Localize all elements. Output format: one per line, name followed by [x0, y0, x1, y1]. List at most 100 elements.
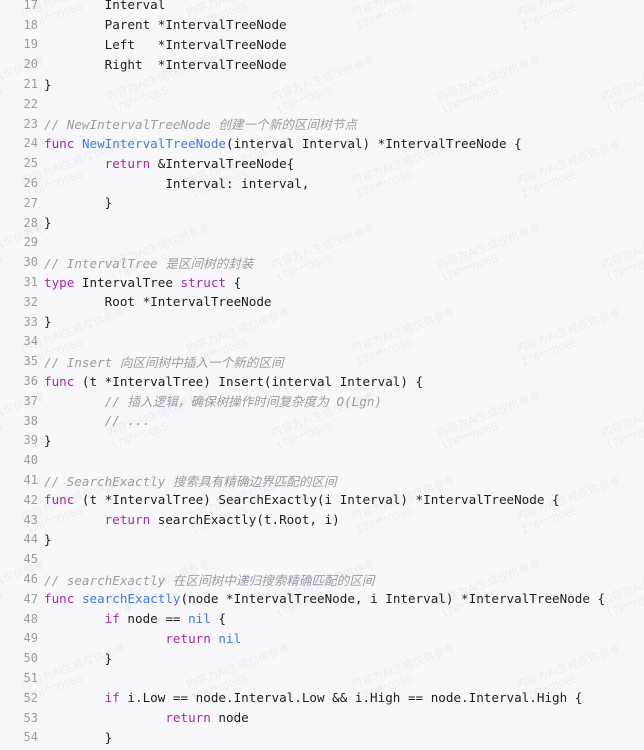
- code-line[interactable]: 37 // 插入逻辑，确保树操作时间复杂度为 O(Lgn): [0, 391, 644, 411]
- token-plain: Parent *IntervalTreeNode: [44, 17, 287, 33]
- code-editor[interactable]: 17 Interval 18 Parent *IntervalTreeNode 19…: [0, 0, 644, 750]
- code-line[interactable]: 22: [0, 94, 644, 114]
- line-number: 47: [23, 591, 38, 606]
- token-plain: Root *IntervalTreeNode: [44, 294, 272, 310]
- code-line[interactable]: 33}: [0, 312, 644, 332]
- token-function: searchExactly: [81, 591, 181, 607]
- code-line[interactable]: 46 // searchExactly 在区间树中递归搜索精确匹配的区间: [0, 569, 644, 589]
- code-text[interactable]: Left *IntervalTreeNode: [38, 37, 287, 52]
- code-text[interactable]: func searchExactly(node *IntervalTreeNod…: [38, 591, 605, 606]
- line-number: 27: [23, 195, 38, 210]
- code-text[interactable]: func NewIntervalTreeNode(interval Interv…: [38, 136, 522, 151]
- code-text[interactable]: }: [38, 77, 52, 92]
- code-line[interactable]: 20 Right *IntervalTreeNode: [0, 54, 644, 74]
- code-line[interactable]: 28}: [0, 213, 644, 233]
- token-plain: }: [44, 531, 52, 547]
- code-text[interactable]: if i.Low == node.Interval.Low && i.High …: [38, 690, 583, 705]
- code-text[interactable]: Root *IntervalTreeNode: [38, 294, 272, 310]
- code-text[interactable]: if node == nil {: [38, 611, 226, 626]
- code-line[interactable]: 27 }: [0, 193, 644, 213]
- token-plain: (t *IntervalTree) Insert(interval Interv…: [74, 373, 424, 389]
- code-line[interactable]: 35 // Insert 向区间树中插入一个新的区间: [0, 351, 644, 371]
- code-text[interactable]: // SearchExactly 搜索具有精确边界匹配的区间: [38, 471, 337, 490]
- code-line[interactable]: 24 func NewIntervalTreeNode(interval Inte…: [0, 134, 644, 154]
- code-line[interactable]: 47 func searchExactly(node *IntervalTreeN…: [0, 589, 644, 609]
- code-line[interactable]: 53 return node: [0, 708, 644, 728]
- code-text[interactable]: Interval: interval,: [38, 176, 309, 191]
- code-text[interactable]: func (t *IntervalTree) Insert(interval I…: [38, 374, 423, 389]
- code-line[interactable]: 48 if node == nil {: [0, 609, 644, 629]
- line-number: 20: [23, 57, 38, 72]
- code-line[interactable]: 36 func (t *IntervalTree) Insert(interval…: [0, 371, 644, 391]
- code-text[interactable]: // Insert 向区间树中插入一个新的区间: [38, 352, 284, 371]
- code-text[interactable]: // ...: [38, 413, 151, 428]
- code-text[interactable]: return &IntervalTreeNode{: [38, 156, 295, 171]
- code-line[interactable]: 44}: [0, 530, 644, 550]
- code-line[interactable]: 41 // SearchExactly 搜索具有精确边界匹配的区间: [0, 470, 644, 490]
- token-plain: Interval: [44, 0, 166, 13]
- code-text[interactable]: }: [38, 651, 113, 666]
- code-text[interactable]: }: [38, 730, 113, 745]
- code-text[interactable]: }: [38, 195, 113, 210]
- line-number: 44: [23, 532, 38, 547]
- token-plain: node ==: [119, 611, 189, 627]
- code-line[interactable]: 42 func (t *IntervalTree) SearchExactly(i…: [0, 490, 644, 510]
- code-text[interactable]: }: [38, 433, 52, 448]
- code-text[interactable]: // 插入逻辑，确保树操作时间复杂度为 O(Lgn): [38, 391, 382, 410]
- line-number: 34: [23, 334, 38, 349]
- code-line[interactable]: 19 Left *IntervalTreeNode: [0, 35, 644, 55]
- code-line[interactable]: 54 }: [0, 727, 644, 747]
- code-line[interactable]: 30 // IntervalTree 是区间树的封装: [0, 252, 644, 272]
- code-line[interactable]: 34: [0, 332, 644, 352]
- code-line[interactable]: 31 type IntervalTree struct {: [0, 272, 644, 292]
- line-number: 38: [23, 413, 38, 428]
- line-number: 53: [23, 710, 38, 725]
- line-number: 37: [23, 393, 38, 408]
- line-number: 52: [23, 690, 38, 705]
- token-comment: // searchExactly 在区间树中递归搜索精确匹配的区间: [44, 572, 375, 588]
- line-number: 33: [23, 314, 38, 329]
- code-text[interactable]: type IntervalTree struct {: [38, 275, 241, 290]
- code-text[interactable]: Interval: [38, 0, 166, 13]
- token-keyword: if: [104, 611, 120, 627]
- code-line[interactable]: 52 if i.Low == node.Interval.Low && i.Hi…: [0, 688, 644, 708]
- code-text[interactable]: }: [38, 314, 52, 329]
- code-line[interactable]: 26 Interval: interval,: [0, 173, 644, 193]
- code-line[interactable]: 40: [0, 450, 644, 470]
- line-number: 24: [23, 136, 38, 151]
- code-text[interactable]: Parent *IntervalTreeNode: [38, 17, 287, 32]
- token-plain: Left *IntervalTreeNode: [44, 36, 287, 52]
- code-line[interactable]: 32 Root *IntervalTreeNode: [0, 292, 644, 312]
- code-text[interactable]: }: [38, 215, 52, 230]
- code-line[interactable]: 39}: [0, 431, 644, 451]
- code-text[interactable]: // IntervalTree 是区间树的封装: [38, 253, 253, 272]
- code-line[interactable]: 43 return searchExactly(t.Root, i): [0, 510, 644, 530]
- line-number: 51: [23, 670, 38, 685]
- token-comment: // SearchExactly 搜索具有精确边界匹配的区间: [44, 473, 337, 489]
- code-text[interactable]: // NewIntervalTreeNode 创建一个新的区间树节点: [38, 114, 357, 133]
- code-text[interactable]: Right *IntervalTreeNode: [38, 57, 287, 72]
- token-function: NewIntervalTreeNode: [81, 135, 226, 151]
- code-line[interactable]: 29: [0, 233, 644, 253]
- code-line[interactable]: 45: [0, 549, 644, 569]
- code-line[interactable]: 23 // NewIntervalTreeNode 创建一个新的区间树节点: [0, 114, 644, 134]
- code-text[interactable]: return searchExactly(t.Root, i): [38, 512, 340, 527]
- line-number: 22: [23, 96, 38, 111]
- code-text[interactable]: func (t *IntervalTree) SearchExactly(i I…: [38, 492, 560, 507]
- code-line[interactable]: 18 Parent *IntervalTreeNode: [0, 15, 644, 35]
- code-text[interactable]: }: [38, 532, 52, 547]
- code-line[interactable]: 51: [0, 668, 644, 688]
- code-text[interactable]: return nil: [38, 631, 241, 646]
- code-line[interactable]: 50 }: [0, 648, 644, 668]
- code-line[interactable]: 17 Interval: [0, 0, 644, 15]
- code-text[interactable]: return node: [38, 710, 248, 725]
- code-line[interactable]: 25 return &IntervalTreeNode{: [0, 153, 644, 173]
- code-line[interactable]: 38 // ...: [0, 411, 644, 431]
- code-line[interactable]: 21}: [0, 74, 644, 94]
- code-line[interactable]: 49 return nil: [0, 629, 644, 649]
- code-text[interactable]: // searchExactly 在区间树中递归搜索精确匹配的区间: [38, 570, 374, 589]
